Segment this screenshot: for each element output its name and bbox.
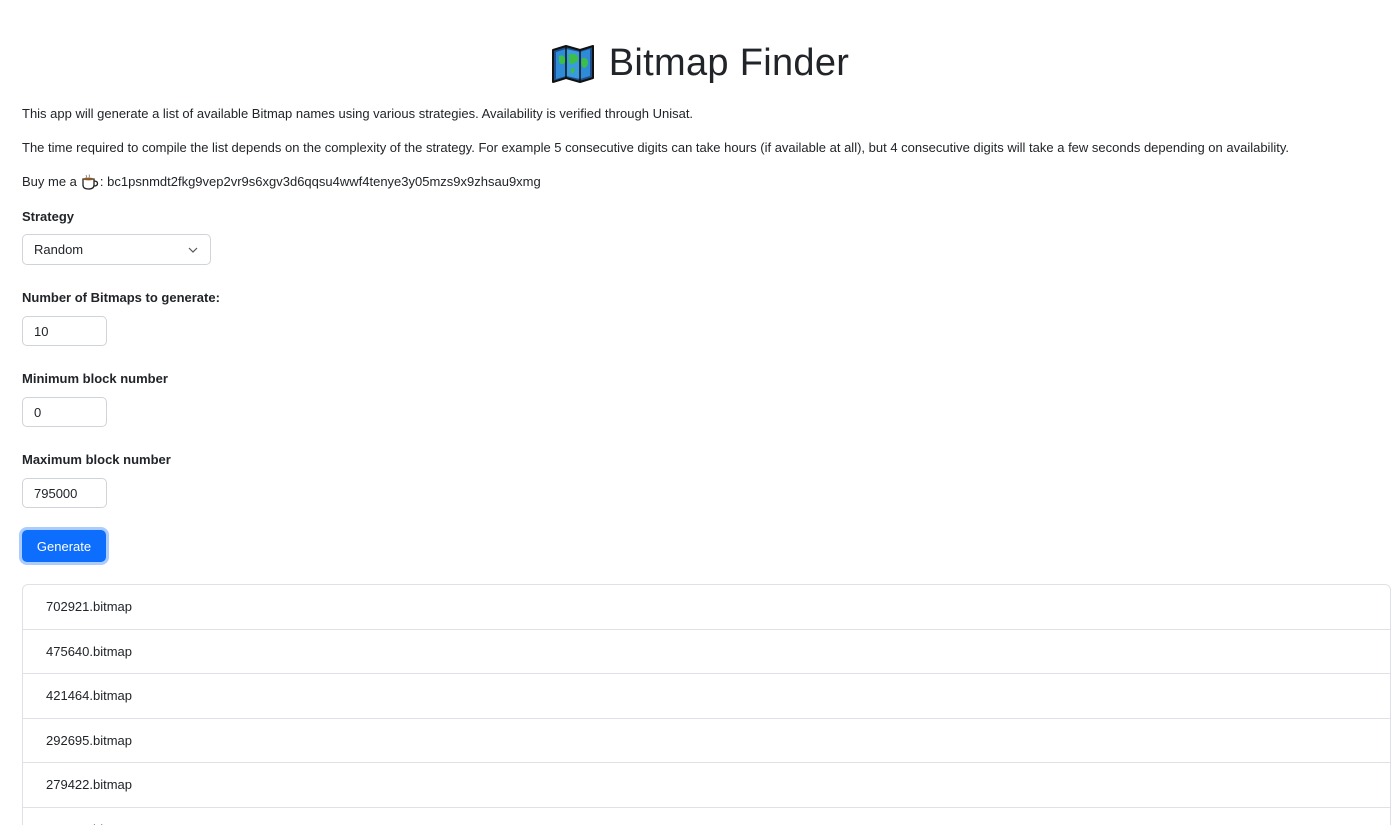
generate-button[interactable]: Generate <box>22 530 106 562</box>
coffee-icon <box>82 174 99 190</box>
max-block-label: Maximum block number <box>22 452 171 467</box>
strategy-selected-value: Random <box>34 242 84 257</box>
count-input[interactable] <box>22 316 107 346</box>
min-block-label: Minimum block number <box>22 371 168 386</box>
page-title: Bitmap Finder <box>608 42 850 84</box>
strategy-select[interactable]: Random <box>22 234 211 265</box>
max-block-input[interactable] <box>22 478 107 508</box>
list-item: 475640.bitmap <box>23 630 1390 674</box>
page-header: Bitmap Finder <box>0 42 1400 85</box>
strategy-label: Strategy <box>22 209 75 224</box>
chevron-down-icon <box>188 247 198 253</box>
intro-text: This app will generate a list of availab… <box>22 106 694 121</box>
donate-prefix: Buy me a <box>22 174 77 189</box>
list-item: 279422.bitmap <box>23 763 1390 808</box>
donate-address: : bc1psnmdt2fkg9vep2vr9s6xgv3d6qqsu4wwf4… <box>99 174 541 189</box>
world-map-icon <box>551 44 594 83</box>
list-item: 702921.bitmap <box>23 585 1390 630</box>
page: Bitmap Finder This app will generate a l… <box>0 0 1400 825</box>
list-item: 292695.bitmap <box>23 719 1390 763</box>
results-list: 702921.bitmap 475640.bitmap 421464.bitma… <box>22 584 1391 825</box>
min-block-input[interactable] <box>22 397 107 427</box>
list-item: 300000.bitmap <box>23 808 1390 825</box>
count-label: Number of Bitmaps to generate: <box>22 290 220 305</box>
intro-note: The time required to compile the list de… <box>22 140 1289 155</box>
list-item: 421464.bitmap <box>23 674 1390 719</box>
donate-line: Buy me a : bc1psnmdt2fkg9vep2vr9s6xgv3d6… <box>22 173 541 191</box>
